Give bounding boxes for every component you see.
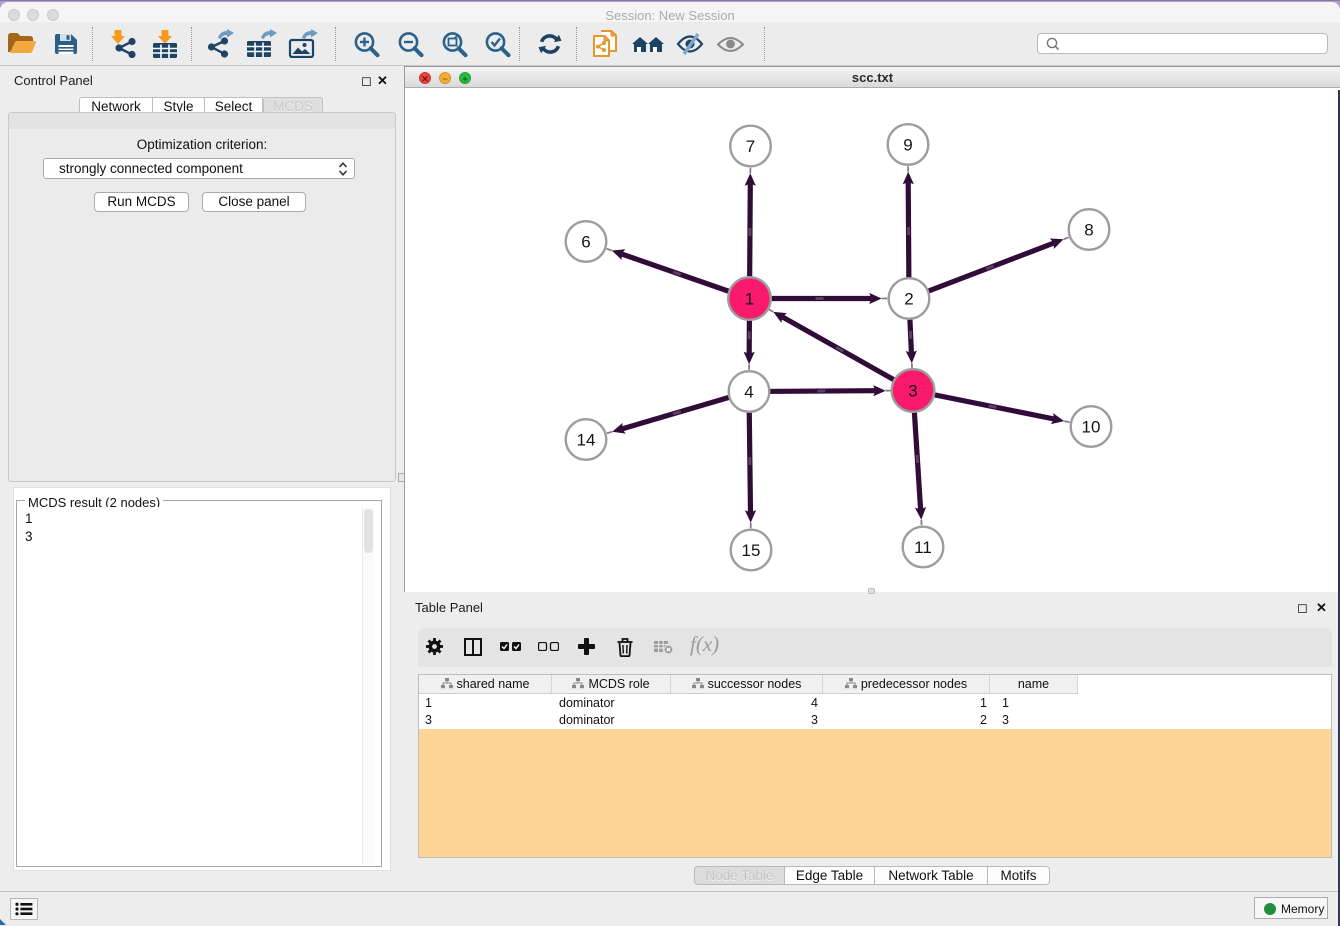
svg-text:6: 6 — [581, 233, 590, 252]
svg-text:2: 2 — [904, 290, 913, 309]
svg-text:3: 3 — [908, 382, 917, 401]
svg-text:7: 7 — [746, 137, 755, 156]
svg-text:8: 8 — [1084, 221, 1093, 240]
svg-text:4: 4 — [744, 383, 753, 402]
svg-text:14: 14 — [577, 431, 596, 450]
svg-text:11: 11 — [914, 538, 932, 557]
svg-text:15: 15 — [742, 541, 761, 560]
svg-text:10: 10 — [1082, 418, 1101, 437]
svg-text:1: 1 — [745, 290, 754, 309]
svg-text:9: 9 — [903, 136, 912, 155]
